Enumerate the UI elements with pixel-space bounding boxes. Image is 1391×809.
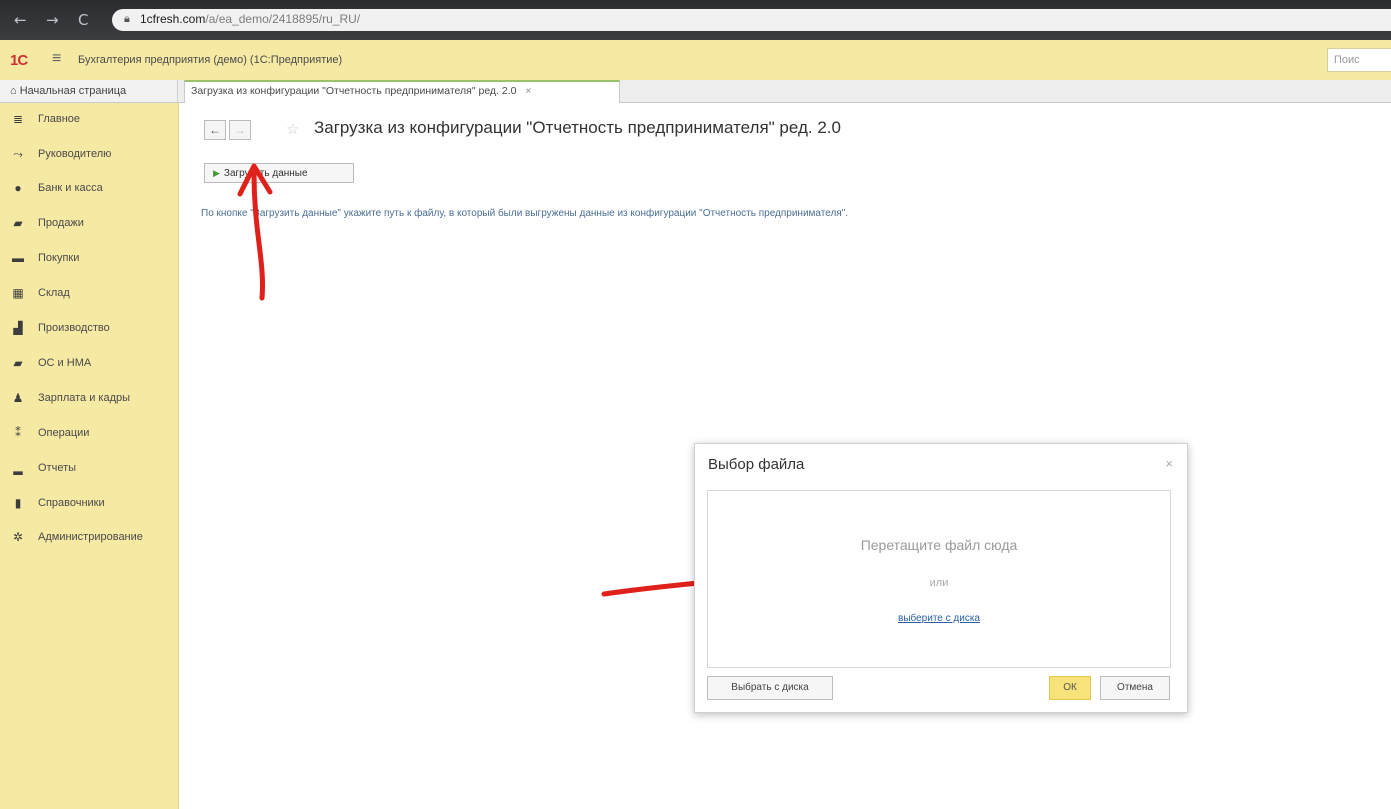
trend-icon: ⤳	[13, 147, 23, 161]
bag-icon: ▰	[13, 216, 23, 230]
sidebar-item-operations[interactable]: ⁑ Операции	[0, 421, 178, 447]
cancel-button[interactable]: Отмена	[1100, 676, 1170, 700]
sidebar-item-label: Справочники	[38, 497, 105, 509]
address-bar[interactable]: 🔒︎ 1cfresh.com/a/ea_demo/2418895/ru_RU/	[112, 9, 1391, 31]
or-text: или	[929, 577, 949, 589]
play-icon: ▶	[213, 168, 220, 178]
sidebar-item-label: Руководителю	[38, 148, 112, 160]
history-nav: ← →	[204, 120, 254, 140]
sidebar-item-label: Отчеты	[38, 462, 77, 474]
cart-icon: ▬	[12, 251, 24, 265]
url-text: 1cfresh.com/a/ea_demo/2418895/ru_RU/	[140, 12, 360, 26]
book-icon: ▮	[14, 496, 22, 510]
browser-toolbar: ← → C 🔒︎ 1cfresh.com/a/ea_demo/2418895/r…	[0, 0, 1391, 40]
coin-icon: ●	[14, 181, 22, 195]
page-title: Загрузка из конфигурации "Отчетность пре…	[314, 118, 841, 137]
dialog-title: Выбор файла	[708, 456, 805, 473]
drop-hint: Перетащите файл сюда	[860, 537, 1018, 553]
file-select-dialog: Выбор файла × Перетащите файл сюда или в…	[694, 443, 1188, 713]
gear-icon: ✲	[12, 530, 24, 544]
tabs-bar: ⌂ Начальная страница Загрузка из конфигу…	[0, 80, 1391, 103]
favorite-star-icon[interactable]: ☆	[286, 120, 299, 138]
app-logo: 1С	[10, 52, 28, 69]
bar-chart-icon: ▂	[13, 461, 23, 475]
warehouse-icon: ▦	[12, 286, 24, 300]
sidebar-item-warehouse[interactable]: ▦ Склад	[0, 281, 178, 307]
sidebar-item-bank[interactable]: ● Банк и касса	[0, 176, 178, 202]
sidebar-item-fixed-assets[interactable]: ▰ ОС и НМА	[0, 351, 178, 377]
back-icon[interactable]: ←	[14, 11, 27, 29]
forward-button[interactable]: →	[229, 120, 251, 140]
arrow-left-icon: ←	[209, 123, 221, 137]
tab-document[interactable]: Загрузка из конфигурации "Отчетность пре…	[184, 80, 620, 103]
sidebar-item-salary[interactable]: ♟ Зарплата и кадры	[0, 386, 178, 412]
sidebar-item-label: Производство	[38, 322, 110, 334]
sidebar-item-label: Администрирование	[38, 531, 143, 543]
back-button[interactable]: ←	[204, 120, 226, 140]
arrow-right-icon: →	[234, 123, 246, 137]
forward-icon[interactable]: →	[46, 11, 59, 29]
operations-icon: ⁑	[15, 426, 21, 440]
tab-home[interactable]: ⌂ Начальная страница	[0, 80, 178, 102]
url-path: /a/ea_demo/2418895/ru_RU/	[205, 12, 361, 26]
choose-from-disk-link[interactable]: выберите с диска	[708, 613, 1170, 624]
menu-icon[interactable]: ≡	[52, 50, 61, 68]
sidebar-item-purchases[interactable]: ▬ Покупки	[0, 246, 178, 272]
choose-from-disk-button[interactable]: Выбрать с диска	[707, 676, 833, 700]
sidebar-item-reports[interactable]: ▂ Отчеты	[0, 456, 178, 482]
sidebar-item-label: Операции	[38, 427, 90, 439]
sidebar-item-sales[interactable]: ▰ Продажи	[0, 211, 178, 237]
sidebar-item-admin[interactable]: ✲ Администрирование	[0, 525, 178, 551]
sidebar-item-label: Продажи	[38, 217, 84, 229]
file-drop-zone[interactable]: Перетащите файл сюда или выберите с диск…	[707, 490, 1171, 668]
truck-icon: ▰	[13, 356, 23, 370]
sidebar: ≣ Главное ⤳ Руководителю ● Банк и касса …	[0, 103, 179, 809]
tab-home-label: Начальная страница	[19, 85, 127, 97]
sidebar-item-manager[interactable]: ⤳ Руководителю	[0, 142, 178, 168]
sidebar-item-production[interactable]: ▟ Производство	[0, 316, 178, 342]
sidebar-item-catalogs[interactable]: ▮ Справочники	[0, 491, 178, 517]
search-input[interactable]: Поис	[1327, 48, 1391, 72]
list-icon: ≣	[12, 112, 24, 126]
close-icon[interactable]: ×	[525, 85, 531, 97]
factory-icon: ▟	[13, 321, 23, 335]
sidebar-item-label: Зарплата и кадры	[38, 392, 131, 404]
instruction-text: По кнопке "Загрузить данные" укажите пут…	[201, 208, 849, 219]
reload-icon[interactable]: C	[78, 11, 88, 29]
url-host: 1cfresh.com	[140, 12, 206, 26]
sidebar-item-label: Банк и касса	[38, 182, 103, 194]
sidebar-item-label: Главное	[38, 113, 81, 125]
sidebar-item-label: Склад	[38, 287, 70, 299]
sidebar-item-label: Покупки	[38, 252, 80, 264]
home-icon: ⌂	[10, 85, 17, 97]
ok-button[interactable]: ОК	[1049, 676, 1091, 700]
app-title: Бухгалтерия предприятия (демо) (1С:Предп…	[78, 54, 343, 66]
sidebar-item-label: ОС и НМА	[38, 357, 92, 369]
search-placeholder: Поис	[1334, 54, 1360, 66]
close-icon[interactable]: ×	[1165, 456, 1173, 471]
sidebar-item-main[interactable]: ≣ Главное	[0, 107, 178, 133]
lock-icon: 🔒︎	[124, 13, 130, 25]
tab-document-label: Загрузка из конфигурации "Отчетность пре…	[191, 85, 517, 97]
annotation-arrow-up	[237, 163, 273, 301]
app-header: 1С ≡ Бухгалтерия предприятия (демо) (1С:…	[0, 40, 1391, 81]
person-icon: ♟	[12, 391, 24, 405]
